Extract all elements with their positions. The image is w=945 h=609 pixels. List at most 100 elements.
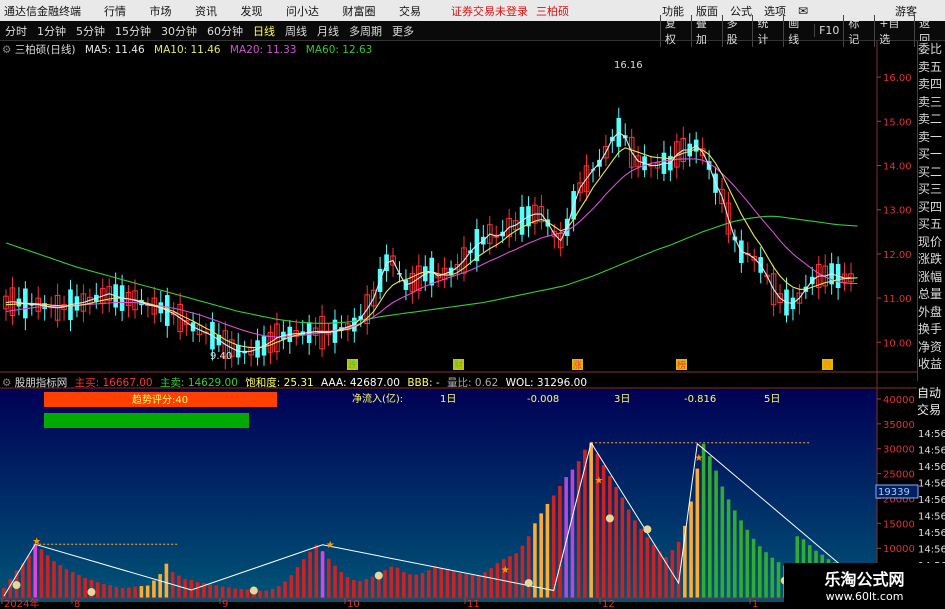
- candle-body: [125, 291, 132, 307]
- quote-label: 卖一: [918, 129, 943, 144]
- period-label: 3日: [614, 394, 630, 405]
- settings-icon[interactable]: ⚙: [2, 377, 15, 389]
- menu-item[interactable]: 问小达: [286, 5, 319, 18]
- menu-item[interactable]: 财富圈: [343, 5, 376, 18]
- volume-bar: [189, 580, 194, 598]
- candle-body: [699, 148, 706, 157]
- tool-button[interactable]: 叠加: [690, 14, 722, 47]
- candle-body: [822, 265, 828, 287]
- settings-icon[interactable]: ⚙: [2, 44, 15, 56]
- signal-marker-icon: ★: [694, 453, 703, 464]
- x-tick-label: 12: [602, 599, 615, 609]
- period-tab[interactable]: 周线: [280, 23, 312, 39]
- candle-body: [312, 327, 319, 336]
- candle-body: [99, 288, 106, 304]
- volume-bar: [70, 572, 75, 598]
- event-label: 跌: [348, 360, 357, 371]
- period-tab[interactable]: 60分钟: [202, 23, 248, 39]
- event-label: 榜: [677, 359, 686, 371]
- candle-body: [61, 304, 67, 310]
- kline-chart[interactable]: 16.16 9.40 跌 财 涨 榜 跌 趋势评分:40 净流入(亿): 1日 -0.008 3日 -…: [0, 0, 945, 609]
- volume-bar: [739, 520, 743, 598]
- menu-item[interactable]: 行情: [104, 5, 126, 18]
- y-tick-label: 20000: [883, 494, 915, 505]
- period-tab[interactable]: 5分钟: [71, 23, 110, 39]
- ma-legend: MA10: 11.46: [154, 44, 221, 56]
- tool-button[interactable]: 画线: [783, 14, 814, 47]
- tool-button[interactable]: 多股: [721, 14, 753, 47]
- tool-button[interactable]: 复权: [660, 14, 691, 47]
- candle-body: [538, 206, 545, 223]
- volume-bar: [158, 574, 162, 598]
- volume-bar: [670, 550, 675, 598]
- volume-bar: [770, 557, 775, 598]
- tool-button[interactable]: F10: [814, 24, 843, 37]
- candle-body: [481, 236, 486, 245]
- volume-bar: [501, 559, 506, 598]
- period-tab[interactable]: 更多: [387, 23, 419, 39]
- volume-bar: [52, 561, 56, 598]
- candle-body: [597, 159, 602, 167]
- tool-button[interactable]: +自选: [874, 14, 914, 47]
- y-tick-label: 35000: [883, 420, 915, 431]
- volume-bar: [302, 559, 306, 598]
- candle-body: [145, 303, 151, 307]
- candle-body: [532, 204, 538, 224]
- period-tab[interactable]: 15分钟: [110, 23, 156, 39]
- tool-button[interactable]: 标记: [843, 14, 874, 47]
- period-tab[interactable]: 1分钟: [32, 23, 71, 39]
- trade-label: 交易: [917, 403, 942, 417]
- candle-body: [454, 264, 461, 271]
- volume-bar: [714, 470, 718, 598]
- tool-button[interactable]: 统计: [752, 14, 783, 47]
- indicator-value: 主买: 16667.00: [74, 377, 153, 389]
- y-tick-label: 40000: [883, 395, 915, 406]
- period-tab-active[interactable]: 日线: [248, 23, 280, 39]
- volume-bar: [601, 465, 606, 598]
- candle-body: [610, 136, 615, 142]
- volume-bar: [27, 555, 31, 598]
- volume-bar: [614, 487, 618, 598]
- score-bar: [44, 392, 277, 407]
- y-tick-label: 12.00: [883, 250, 912, 261]
- menu-item[interactable]: 交易: [399, 5, 421, 18]
- period-tab[interactable]: 分时: [0, 23, 32, 39]
- quote-label: 卖三: [918, 94, 943, 109]
- trend-bar: [44, 413, 249, 428]
- menu-item[interactable]: 资讯: [195, 5, 217, 18]
- period-toolbar: 分时 1分钟 5分钟 15分钟 30分钟 60分钟 日线 周线 月线 多周期 更…: [0, 14, 945, 47]
- auto-label: 自动: [917, 386, 942, 400]
- login-warning[interactable]: 证券交易未登录: [451, 3, 528, 19]
- candle-body: [441, 267, 448, 280]
- period-tab[interactable]: 30分钟: [156, 23, 202, 39]
- menu-item[interactable]: 发现: [241, 5, 263, 18]
- candle-body: [622, 135, 628, 139]
- trend-zigzag-line: [3, 441, 842, 597]
- volume-bar: [264, 590, 269, 598]
- candle-body: [526, 206, 531, 227]
- quote-label: 买二: [918, 164, 943, 179]
- volume-bar: [277, 586, 281, 598]
- event-label: 涨: [573, 360, 582, 371]
- period-tab[interactable]: 多周期: [344, 23, 387, 39]
- auto-trade[interactable]: 自动 交易: [917, 384, 945, 418]
- low-annotation: 9.40: [210, 351, 232, 362]
- quote-label: 买四: [918, 199, 943, 214]
- candle-body: [409, 273, 416, 293]
- volume-bar: [426, 570, 431, 598]
- candle-body: [770, 273, 777, 306]
- money-bag-icon: [643, 525, 652, 534]
- candle-body: [784, 289, 789, 316]
- volume-bar: [89, 580, 94, 598]
- period-tab[interactable]: 月线: [312, 23, 344, 39]
- y-tick-label: 10.00: [883, 338, 912, 349]
- menu-item[interactable]: 市场: [150, 5, 172, 18]
- candle-body: [744, 253, 751, 256]
- candle-body: [512, 220, 519, 231]
- quote-label: 卖四: [918, 77, 943, 91]
- volume-bar: [701, 443, 706, 598]
- stock-title: 三柏硕(日线): [14, 44, 76, 56]
- volume-bar: [395, 567, 400, 598]
- candle-body: [448, 267, 454, 276]
- volume-bar: [476, 576, 481, 598]
